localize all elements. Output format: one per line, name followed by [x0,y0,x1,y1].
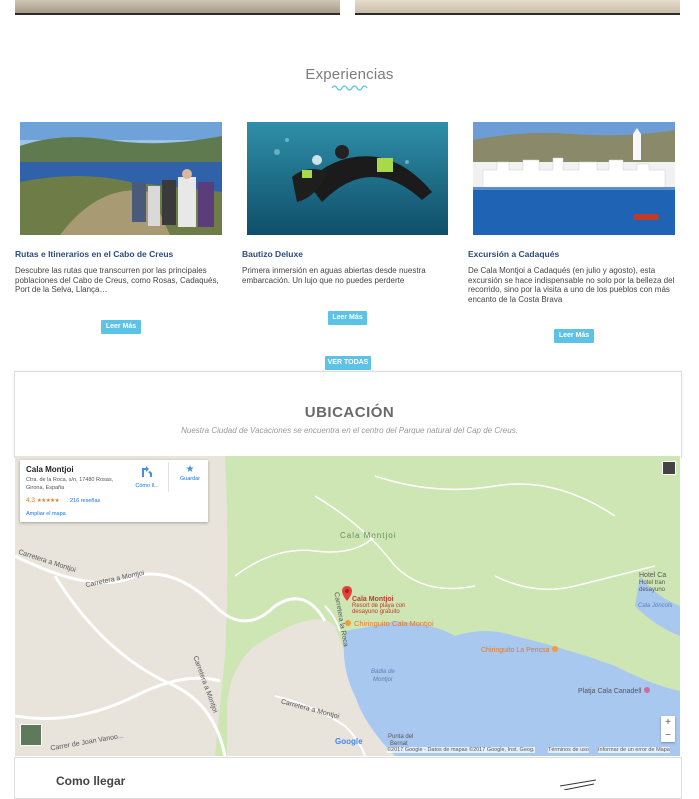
google-logo: Google [335,737,363,746]
road-sign-icon [560,779,596,790]
read-more-button-bautizo[interactable]: Leer Más [328,311,367,325]
card-image-cadaques[interactable] [473,122,675,235]
gallery-image-right [355,0,680,15]
map-poi-hotel-desc: desayuno [639,587,666,593]
map-attribution: ©2017 Google - Datos de mapas ©2017 Goog… [387,747,535,753]
map-label-badia: Montjoi [373,677,393,683]
card-text-cadaques: De Cala Montjoi a Cadaqués (en julio y a… [468,266,675,304]
map-terms-link[interactable]: Términos de uso [548,747,589,753]
directions-heading: Como llegar [56,774,126,788]
map-label-badia: Badia de [371,669,395,675]
place-rating: 4,3 ★★★★★ [26,497,60,504]
save-button[interactable]: ★ Guardar [175,464,205,482]
card-title-rutas[interactable]: Rutas e Itinerarios en el Cabo de Creus [15,249,220,259]
enlarge-map-link[interactable]: Ampliar el mapa [26,511,66,517]
map-poi-platja[interactable]: Platja Cala Canadell [578,687,651,695]
street-view-icon[interactable] [662,461,676,475]
map-label-punta: Punta del [388,734,414,740]
card-image-bautizo[interactable] [247,122,448,235]
star-icon: ★ [185,464,195,475]
directions-icon [142,466,152,477]
map-poi-chiringuito-pericsa[interactable]: Chiringuito La Pericsa [481,646,559,654]
directions-button[interactable]: Cómo ll... [132,464,162,489]
location-subtitle: Nuestra Ciudad de Vacaciones se encuentr… [181,426,518,435]
map-poi-chiringuito[interactable]: Chiringuito Cala Montjoi [345,619,434,628]
card-image-rutas[interactable] [20,122,222,235]
card-text-bautizo: Primera inmersión en aguas abiertas desd… [242,266,426,285]
map-pin-icon[interactable] [342,586,352,601]
gallery-image-left [15,0,340,15]
map-report-link[interactable]: Informar de un error de Mapa [598,747,670,753]
see-all-button[interactable]: VER TODAS [325,356,371,370]
map-label-cala-jonculs: Cala Jóncols [638,603,673,609]
directions-panel: Como llegar [14,757,682,799]
zoom-in-button[interactable]: + [661,716,675,729]
location-title: UBICACIÓN [304,404,395,421]
map-info-card: Cala Montjoi Ctra. de la Roca, s/n, 1748… [20,460,208,522]
section-title: Experiencias [305,66,394,83]
read-more-button-cadaques[interactable]: Leer Más [554,329,594,343]
map-poi-hotel-desc: Hotel tran [639,580,666,586]
wave-divider-icon [331,85,368,91]
map-label-cala-montjoi: Cala Montjoi [340,531,397,540]
card-text-rutas: Descubre las rutas que transcurren por l… [15,266,219,294]
map-pin-desc: desayuno gratuito [352,609,400,615]
card-title-bautizo[interactable]: Bautizo Deluxe [242,249,447,259]
read-more-button-rutas[interactable]: Leer Más [101,320,141,334]
reviews-link[interactable]: 216 reseñas [70,498,100,504]
card-title-cadaques[interactable]: Excursión a Cadaqués [468,249,673,259]
place-name: Cala Montjoi [26,465,74,474]
map-pin-name: Cala Montjoi [352,596,394,603]
satellite-toggle-thumbnail[interactable] [20,724,42,746]
map-poi-hotel[interactable]: Hotel Ca [639,572,666,579]
place-address: Ctra. de la Roca, s/n, 17480 Rosas, Giro… [26,477,114,491]
zoom-out-button[interactable]: − [661,729,675,742]
